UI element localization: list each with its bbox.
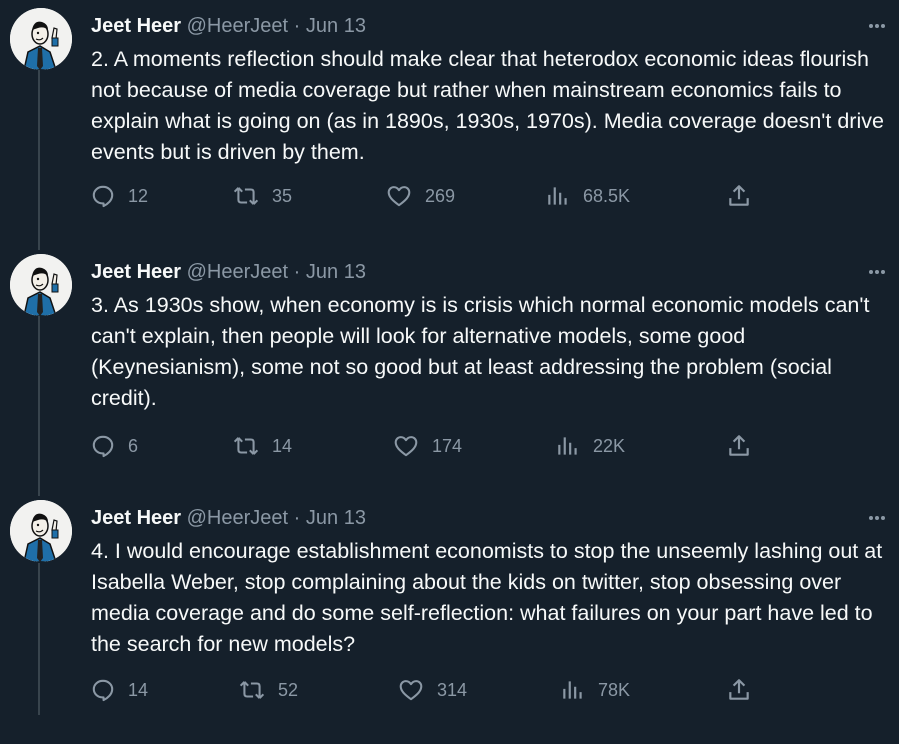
views-button[interactable]: 68.5K — [545, 180, 630, 212]
tweet-header: Jeet Heer @HeerJeet · Jun 13 — [91, 258, 899, 286]
avatar[interactable] — [10, 500, 72, 562]
repost-button[interactable]: 52 — [238, 674, 298, 706]
like-icon — [394, 436, 418, 457]
views-icon — [563, 681, 582, 699]
tweet-text: 2. A moments reflection should make clea… — [91, 47, 884, 164]
share-icon — [729, 435, 749, 456]
separator: · — [293, 507, 301, 529]
views-button[interactable]: 22K — [555, 430, 625, 462]
like-count: 269 — [425, 185, 456, 206]
reply-count: 12 — [128, 185, 149, 206]
avatar[interactable] — [10, 8, 72, 70]
share-button[interactable] — [726, 430, 752, 462]
author-name[interactable]: Jeet Heer — [91, 15, 181, 37]
more-icon[interactable] — [865, 14, 889, 38]
tweet-text: 3. As 1930s show, when economy is is cri… — [91, 293, 870, 410]
action-bar: 6 14 174 22K — [90, 430, 790, 462]
share-icon — [729, 679, 749, 700]
avatar[interactable] — [10, 254, 72, 316]
repost-button[interactable]: 35 — [232, 180, 292, 212]
repost-count: 52 — [278, 679, 299, 700]
repost-icon — [233, 437, 259, 455]
reply-count: 14 — [128, 679, 149, 700]
author-handle[interactable]: @HeerJeet — [187, 261, 288, 283]
tweet[interactable]: Jeet Heer @HeerJeet · Jun 13 3. As 1930s… — [0, 252, 899, 498]
like-icon — [399, 680, 423, 701]
author-name[interactable]: Jeet Heer — [91, 261, 181, 283]
reply-count: 6 — [128, 435, 139, 456]
author-handle[interactable]: @HeerJeet — [187, 15, 288, 37]
share-button[interactable] — [726, 674, 752, 706]
like-count: 174 — [432, 435, 463, 456]
like-count: 314 — [437, 679, 468, 700]
views-count: 68.5K — [583, 185, 631, 206]
action-bar: 12 35 269 68.5K — [90, 180, 790, 212]
action-bar: 14 52 314 78K — [90, 674, 790, 706]
more-icon[interactable] — [865, 260, 889, 284]
separator: · — [293, 15, 301, 37]
repost-button[interactable]: 14 — [232, 430, 292, 462]
share-icon — [729, 185, 749, 206]
like-button[interactable]: 314 — [397, 674, 467, 706]
like-icon — [387, 186, 411, 207]
views-count: 78K — [598, 679, 631, 700]
like-button[interactable]: 269 — [385, 180, 455, 212]
tweet-date[interactable]: Jun 13 — [306, 261, 366, 283]
like-button[interactable]: 174 — [392, 430, 462, 462]
reply-button[interactable]: 6 — [90, 430, 138, 462]
repost-icon — [233, 187, 259, 205]
tweet[interactable]: Jeet Heer @HeerJeet · Jun 13 2. A moment… — [0, 6, 899, 252]
tweet-date[interactable]: Jun 13 — [306, 15, 366, 37]
tweet-header: Jeet Heer @HeerJeet · Jun 13 — [91, 12, 899, 40]
views-icon — [548, 187, 567, 205]
tweet[interactable]: Jeet Heer @HeerJeet · Jun 13 4. I would … — [0, 498, 899, 744]
views-button[interactable]: 78K — [560, 674, 630, 706]
views-icon — [558, 437, 577, 455]
more-icon[interactable] — [865, 506, 889, 530]
reply-icon — [92, 185, 114, 208]
tweet-text: 4. I would encourage establishment econo… — [91, 539, 883, 656]
repost-icon — [239, 681, 265, 699]
reply-icon — [92, 435, 114, 458]
reply-button[interactable]: 14 — [90, 674, 148, 706]
author-handle[interactable]: @HeerJeet — [187, 507, 288, 529]
tweet-date[interactable]: Jun 13 — [306, 507, 366, 529]
share-button[interactable] — [726, 180, 752, 212]
reply-icon — [92, 679, 114, 702]
repost-count: 35 — [272, 185, 293, 206]
tweet-header: Jeet Heer @HeerJeet · Jun 13 — [91, 504, 899, 532]
separator: · — [293, 261, 301, 283]
reply-button[interactable]: 12 — [90, 180, 148, 212]
author-name[interactable]: Jeet Heer — [91, 507, 181, 529]
views-count: 22K — [593, 435, 626, 456]
repost-count: 14 — [272, 435, 293, 456]
